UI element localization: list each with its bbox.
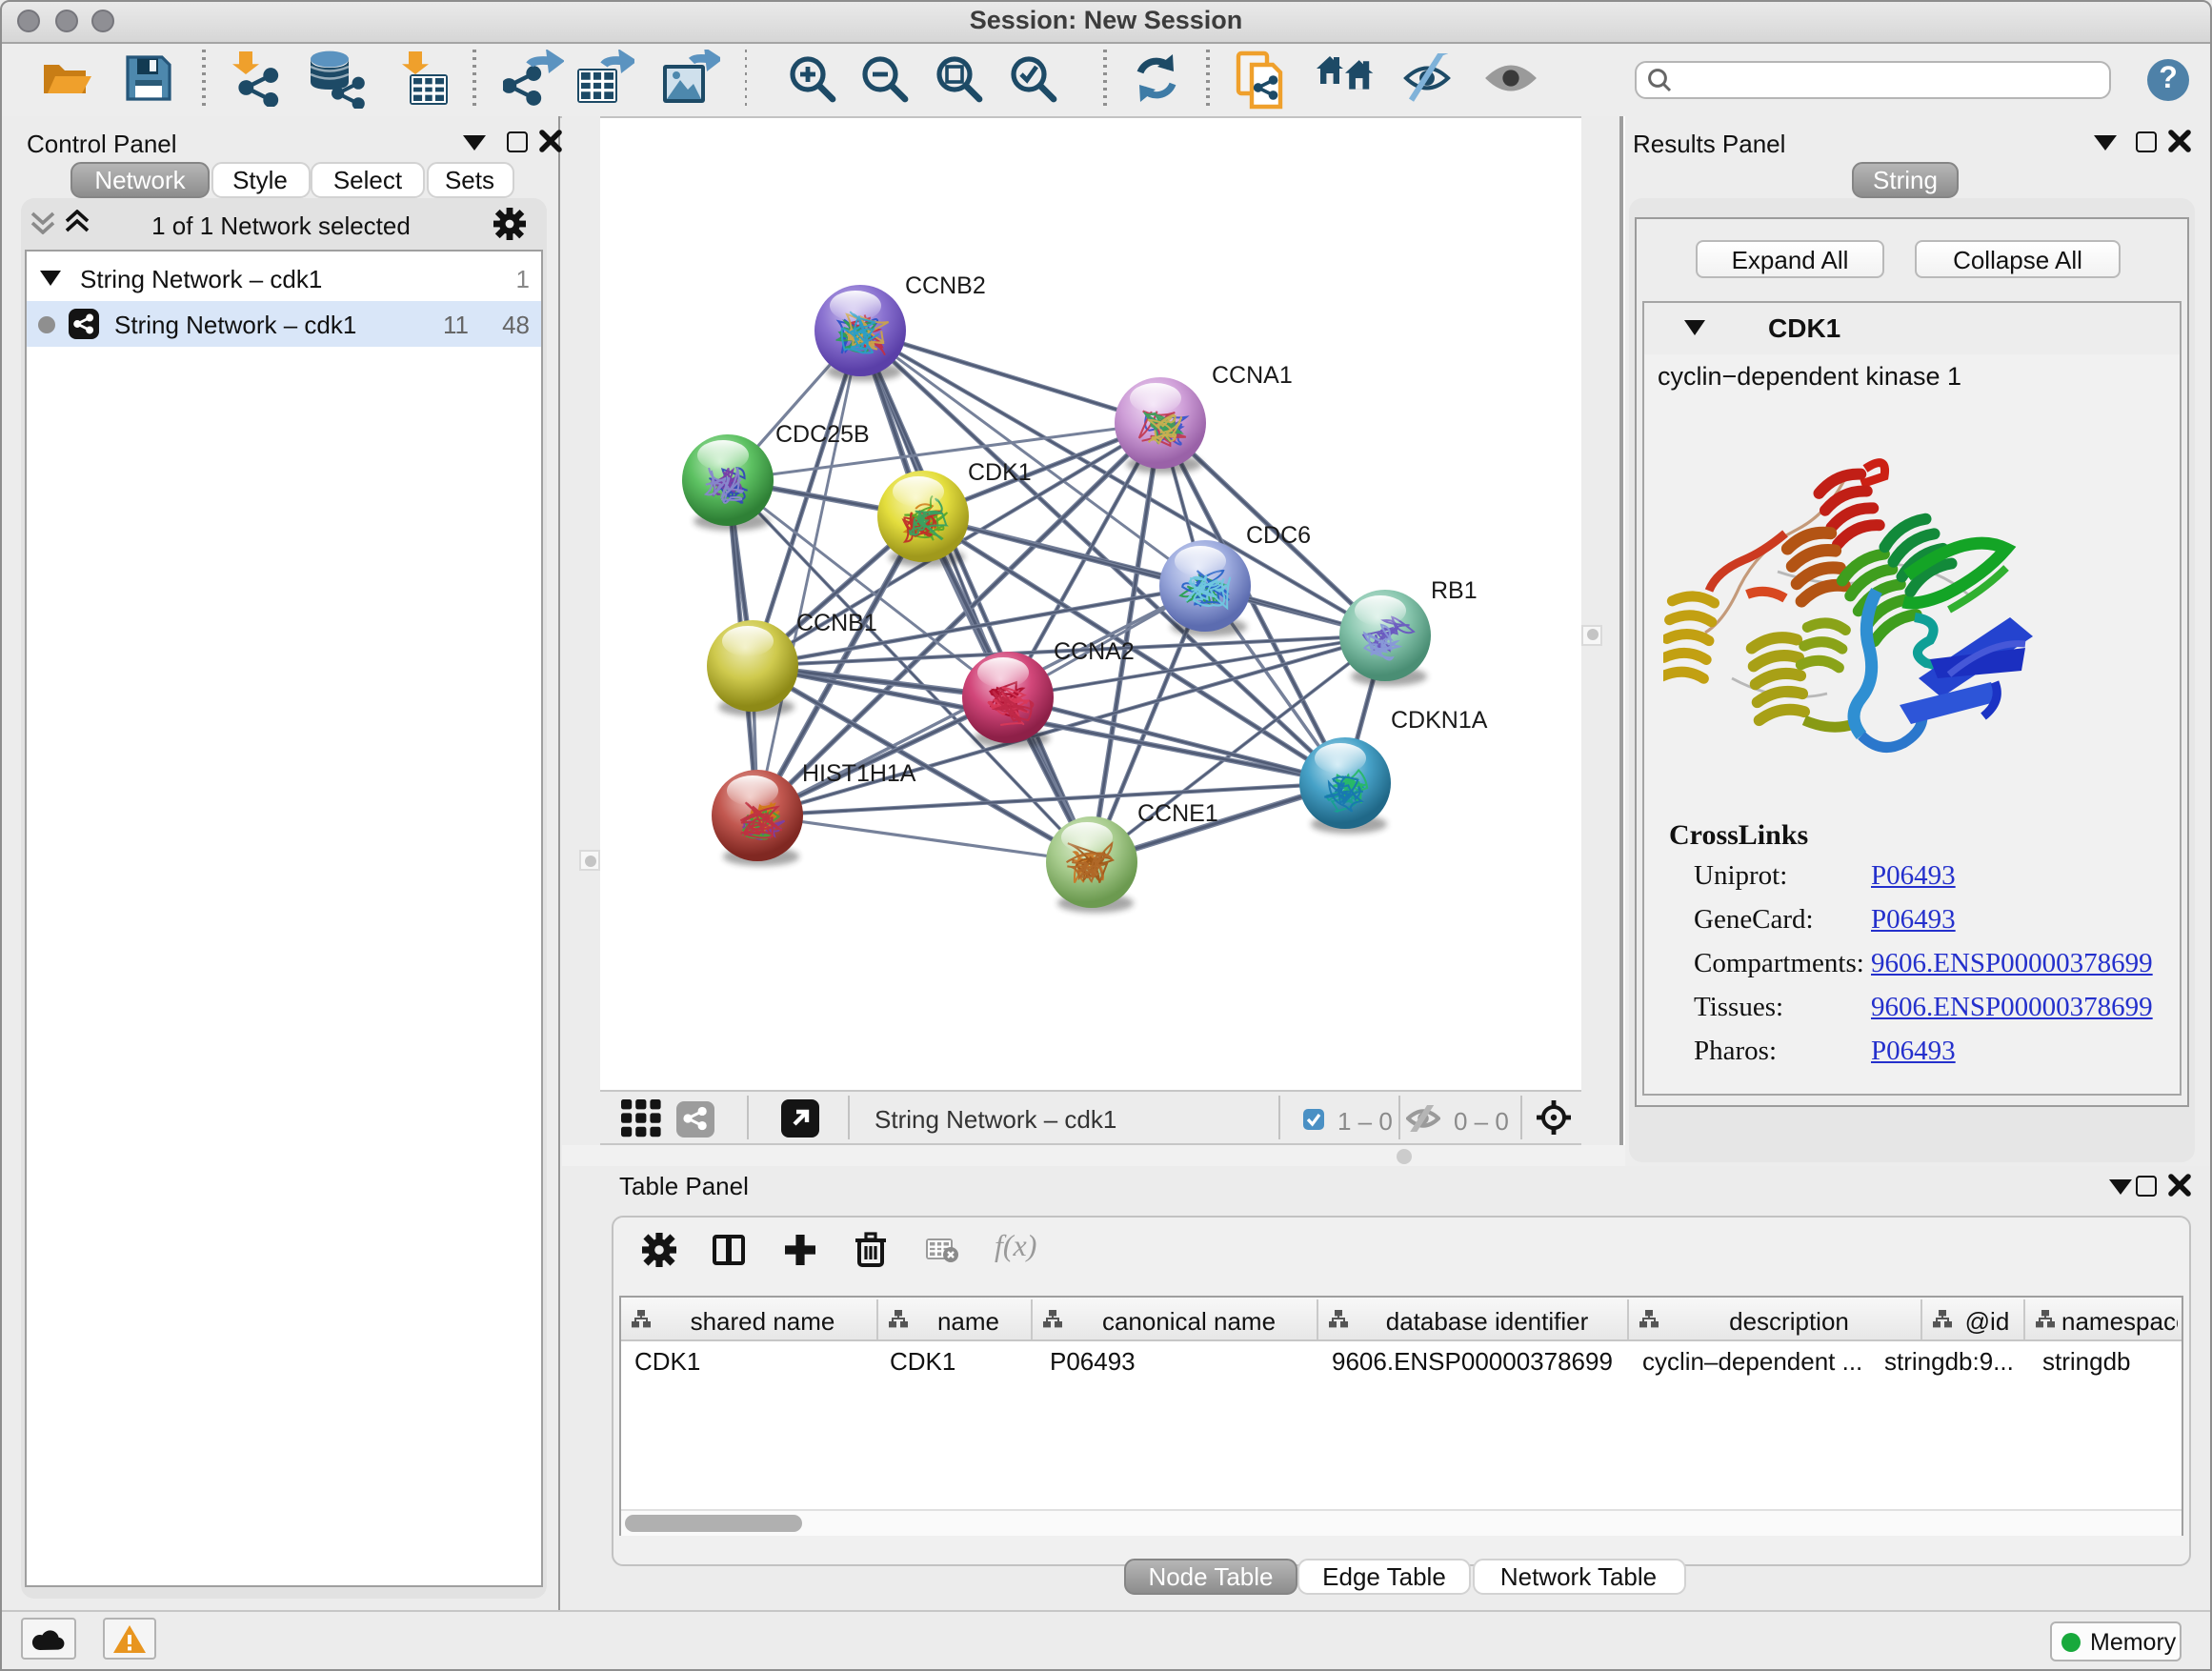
svg-text:CCNA2: CCNA2 — [1054, 638, 1135, 665]
svg-text:CCNE1: CCNE1 — [1137, 800, 1218, 827]
svg-text:CDC6: CDC6 — [1246, 522, 1311, 549]
svg-text:CDC25B: CDC25B — [775, 421, 870, 448]
svg-text:CDK1: CDK1 — [968, 459, 1032, 486]
svg-text:CCNB2: CCNB2 — [905, 272, 986, 299]
svg-text:CCNA1: CCNA1 — [1212, 362, 1293, 389]
svg-text:CCNB1: CCNB1 — [796, 610, 877, 636]
svg-text:CDKN1A: CDKN1A — [1391, 707, 1488, 734]
svg-text:RB1: RB1 — [1431, 577, 1478, 604]
svg-text:HIST1H1A: HIST1H1A — [802, 760, 916, 787]
